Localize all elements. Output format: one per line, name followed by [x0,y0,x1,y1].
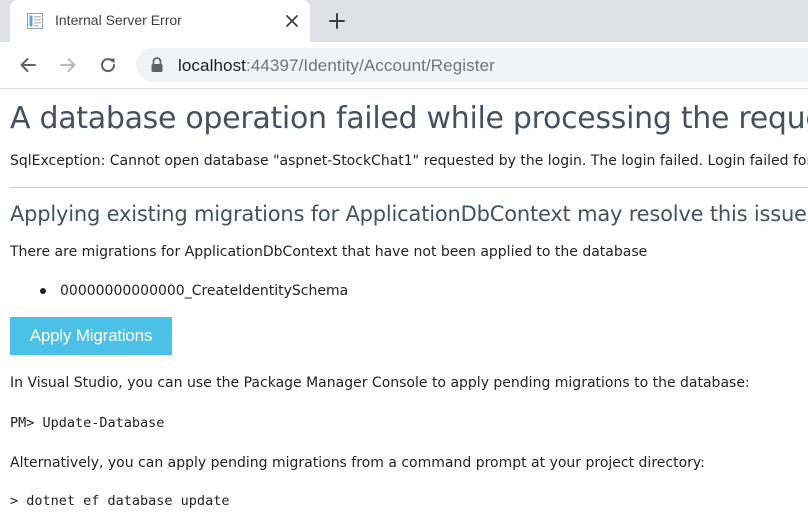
exception-message: SqlException: Cannot open database "aspn… [10,153,808,169]
url-text: localhost:44397/Identity/Account/Registe… [178,56,495,76]
cli-instructions: Alternatively, you can apply pending mig… [10,455,705,471]
section-heading: Applying existing migrations for Applica… [10,202,807,226]
pm-command: PM> Update-Database [10,415,165,431]
lock-icon[interactable] [150,57,164,73]
migrations-intro: There are migrations for ApplicationDbCo… [10,244,648,260]
plus-icon[interactable] [326,10,348,32]
visual-studio-instructions: In Visual Studio, you can use the Packag… [10,375,750,391]
browser-toolbar: localhost:44397/Identity/Account/Registe… [0,42,808,89]
url-path: :44397/Identity/Account/Register [246,56,495,75]
bullet-icon [40,288,46,294]
close-icon[interactable] [282,11,302,31]
cli-command: > dotnet ef database update [10,493,230,509]
divider [10,187,808,188]
address-bar[interactable]: localhost:44397/Identity/Account/Registe… [136,48,808,82]
url-host: localhost [178,56,246,75]
arrow-left-icon[interactable] [16,53,40,77]
migration-list-item: 00000000000000_CreateIdentitySchema [60,283,349,299]
arrow-right-icon[interactable] [56,53,80,77]
page-title: A database operation failed while proces… [10,101,808,136]
apply-migrations-button[interactable]: Apply Migrations [10,317,172,355]
reload-icon[interactable] [96,53,120,77]
tab-strip: Internal Server Error [0,0,808,42]
tab-title: Internal Server Error [55,12,182,28]
tab-internal-server-error[interactable]: Internal Server Error [10,0,310,42]
document-icon [26,12,44,30]
error-page: A database operation failed while proces… [0,89,808,518]
